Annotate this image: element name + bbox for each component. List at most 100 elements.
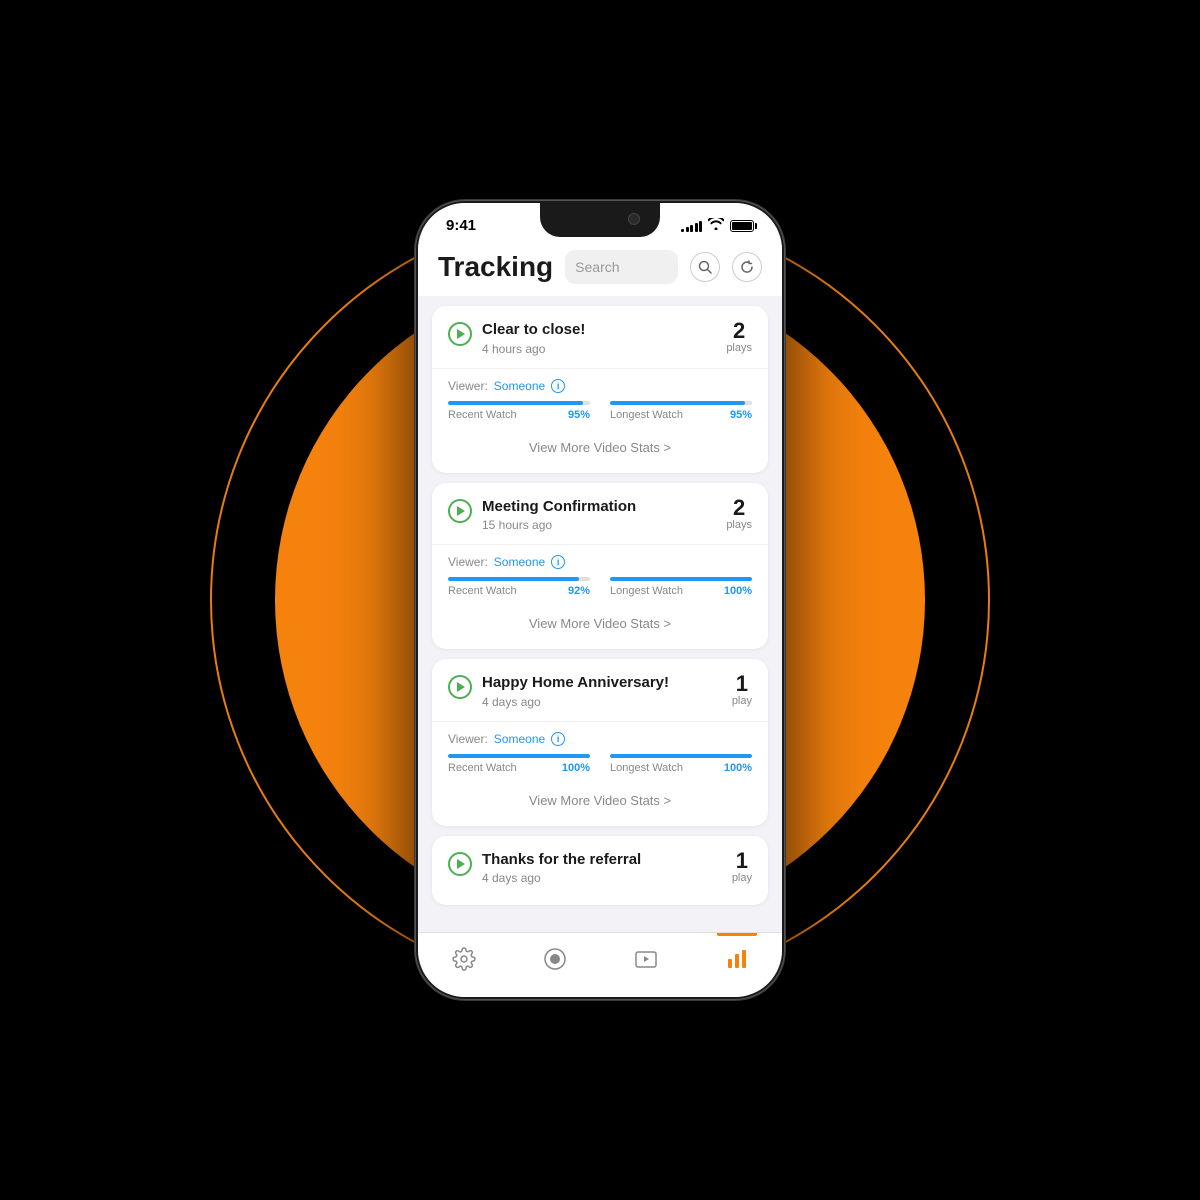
viewer-label-1: Viewer:	[448, 379, 488, 393]
notch	[540, 203, 660, 237]
play-triangle-3	[457, 682, 465, 692]
recent-watch-value-3: 100%	[562, 762, 590, 774]
card-3-viewer: Viewer: Someone i	[448, 732, 752, 746]
card-3-longest-labels: Longest Watch 100%	[610, 762, 752, 774]
card-1-longest-bar-fill	[610, 401, 745, 405]
refresh-button[interactable]	[732, 252, 762, 282]
card-2-plays-label: plays	[726, 519, 752, 531]
record-icon	[541, 945, 569, 973]
signal-bar-5	[699, 221, 702, 232]
card-2-title-section: Meeting Confirmation 15 hours ago	[448, 497, 636, 533]
card-2-recent-watch: Recent Watch 92%	[448, 577, 590, 597]
card-1-recent-labels: Recent Watch 95%	[448, 409, 590, 421]
card-2-viewer: Viewer: Someone i	[448, 555, 752, 569]
nav-videos[interactable]	[616, 941, 676, 977]
page-title: Tracking	[438, 251, 553, 283]
card-4-title-section: Thanks for the referral 4 days ago	[448, 850, 641, 886]
card-1-viewer: Viewer: Someone i	[448, 379, 752, 393]
signal-bar-4	[695, 223, 698, 232]
viewer-info-icon-2[interactable]: i	[551, 555, 565, 569]
video-card-3: Happy Home Anniversary! 4 days ago 1 pla…	[432, 659, 768, 826]
card-1-longest-bar-container	[610, 401, 752, 405]
card-3-divider	[432, 721, 768, 722]
front-camera	[628, 213, 640, 225]
card-2-view-more-text: View More Video Stats >	[529, 616, 671, 631]
search-button[interactable]	[690, 252, 720, 282]
card-1-view-more[interactable]: View More Video Stats >	[448, 431, 752, 459]
card-3-longest-watch: Longest Watch 100%	[610, 754, 752, 774]
card-1-recent-watch: Recent Watch 95%	[448, 401, 590, 421]
play-icon-4	[448, 852, 472, 876]
card-2-longest-bar-fill	[610, 577, 752, 581]
card-2-time: 15 hours ago	[482, 518, 636, 532]
card-2-header: Meeting Confirmation 15 hours ago 2 play…	[448, 497, 752, 533]
longest-watch-label-2: Longest Watch	[610, 585, 683, 597]
cards-list: Clear to close! 4 hours ago 2 plays View…	[418, 296, 782, 932]
card-1-title: Clear to close!	[482, 320, 585, 340]
phone-frame: 9:41	[415, 200, 785, 1000]
card-2-longest-watch: Longest Watch 100%	[610, 577, 752, 597]
bottom-nav	[418, 932, 782, 997]
card-1-plays-label: plays	[726, 342, 752, 354]
recent-watch-value-2: 92%	[568, 585, 590, 597]
card-3-longest-bar-fill	[610, 754, 752, 758]
card-2-text: Meeting Confirmation 15 hours ago	[482, 497, 636, 533]
card-1-header: Clear to close! 4 hours ago 2 plays	[448, 320, 752, 356]
card-4-plays-label: play	[732, 872, 752, 884]
card-3-title-section: Happy Home Anniversary! 4 days ago	[448, 673, 669, 709]
card-3-text: Happy Home Anniversary! 4 days ago	[482, 673, 669, 709]
viewer-info-icon-1[interactable]: i	[551, 379, 565, 393]
card-3-view-more[interactable]: View More Video Stats >	[448, 784, 752, 812]
card-2-divider	[432, 544, 768, 545]
video-player-icon	[632, 945, 660, 973]
signal-bar-3	[690, 225, 693, 232]
card-4-plays: 1 play	[732, 850, 752, 884]
card-1-longest-labels: Longest Watch 95%	[610, 409, 752, 421]
card-2-recent-labels: Recent Watch 92%	[448, 585, 590, 597]
play-triangle-2	[457, 506, 465, 516]
card-3-title: Happy Home Anniversary!	[482, 673, 669, 693]
card-3-longest-bar-container	[610, 754, 752, 758]
status-time: 9:41	[446, 217, 476, 234]
longest-watch-value-2: 100%	[724, 585, 752, 597]
card-1-text: Clear to close! 4 hours ago	[482, 320, 585, 356]
status-icons	[681, 218, 754, 233]
video-card-2: Meeting Confirmation 15 hours ago 2 play…	[432, 483, 768, 650]
search-bar[interactable]: Search	[565, 250, 678, 284]
card-4-plays-count: 1	[732, 850, 752, 872]
card-1-plays-count: 2	[726, 320, 752, 342]
recent-watch-label-1: Recent Watch	[448, 409, 517, 421]
card-4-time: 4 days ago	[482, 871, 641, 885]
card-1-divider	[432, 368, 768, 369]
header-icons	[690, 252, 762, 282]
phone-mockup: 9:41	[415, 200, 785, 1000]
nav-record[interactable]	[525, 941, 585, 977]
battery-fill	[732, 222, 752, 230]
card-2-view-more[interactable]: View More Video Stats >	[448, 607, 752, 635]
nav-settings[interactable]	[434, 941, 494, 977]
viewer-name-2: Someone	[494, 555, 545, 569]
viewer-label-3: Viewer:	[448, 732, 488, 746]
card-3-plays-label: play	[732, 695, 752, 707]
nav-active-indicator	[717, 933, 757, 936]
viewer-info-icon-3[interactable]: i	[551, 732, 565, 746]
signal-bars	[681, 220, 702, 232]
card-2-longest-labels: Longest Watch 100%	[610, 585, 752, 597]
battery-icon	[730, 220, 754, 232]
play-icon-2	[448, 499, 472, 523]
card-1-recent-bar-container	[448, 401, 590, 405]
card-1-plays: 2 plays	[726, 320, 752, 354]
card-3-view-more-text: View More Video Stats >	[529, 793, 671, 808]
card-3-plays: 1 play	[732, 673, 752, 707]
card-1-view-more-text: View More Video Stats >	[529, 440, 671, 455]
card-3-recent-watch: Recent Watch 100%	[448, 754, 590, 774]
viewer-name-1: Someone	[494, 379, 545, 393]
card-3-recent-labels: Recent Watch 100%	[448, 762, 590, 774]
nav-tracking[interactable]	[707, 941, 767, 977]
recent-watch-label-2: Recent Watch	[448, 585, 517, 597]
signal-bar-2	[686, 227, 689, 232]
phone-screen: 9:41	[418, 203, 782, 997]
play-icon-3	[448, 675, 472, 699]
recent-watch-value-1: 95%	[568, 409, 590, 421]
card-4-header: Thanks for the referral 4 days ago 1 pla…	[448, 850, 752, 886]
